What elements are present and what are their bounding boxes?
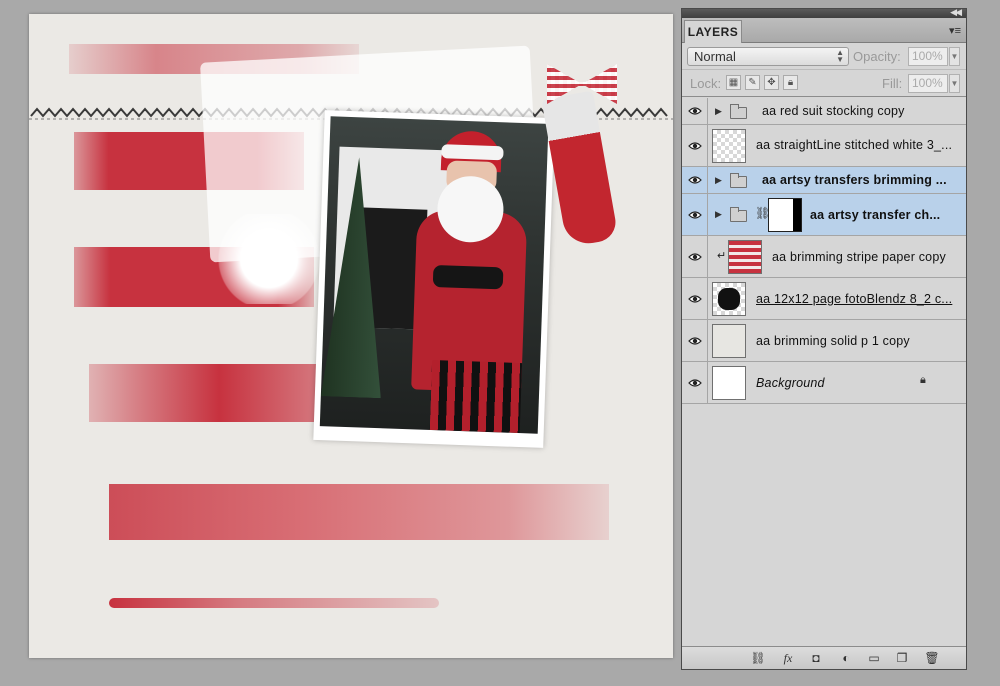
layer-thumbnail: [728, 240, 762, 274]
bottom-red-scribble: [109, 598, 439, 608]
layer-thumbnail: [712, 282, 746, 316]
eye-icon: [688, 294, 702, 303]
lock-transparent-icon[interactable]: ▦: [726, 75, 741, 90]
fill-label: Fill:: [882, 76, 903, 91]
layer-row[interactable]: ↵ aa brimming stripe paper copy: [682, 236, 966, 278]
new-layer-icon[interactable]: ❐: [894, 651, 910, 665]
lace-doily: [214, 214, 324, 304]
trash-icon[interactable]: 🗑︎: [924, 651, 940, 665]
eye-icon: [688, 336, 702, 345]
blend-mode-value: Normal: [694, 49, 736, 64]
layer-name: aa red suit stocking copy: [762, 104, 905, 118]
fill-dropdown-icon[interactable]: ▼: [949, 74, 960, 93]
opacity-dropdown-icon[interactable]: ▼: [949, 47, 960, 66]
clipping-arrow-icon: ↵: [717, 250, 727, 262]
lock-all-icon[interactable]: 🔒︎: [783, 75, 798, 90]
collapse-panel-icon[interactable]: ◀◀: [950, 7, 962, 18]
panel-tab-bar: LAYERS ▾≡: [682, 18, 966, 43]
panel-title-bar[interactable]: ◀◀: [682, 7, 966, 18]
opacity-label: Opacity:: [853, 49, 901, 64]
layers-list: ▶ aa red suit stocking copy aa straightL…: [682, 98, 966, 646]
eye-icon: [688, 107, 702, 115]
red-stripe-3: [89, 364, 349, 422]
blend-mode-select[interactable]: Normal ▲ ▼: [687, 47, 849, 66]
layer-name: aa brimming solid p 1 copy: [756, 334, 910, 348]
folder-icon: [730, 104, 747, 119]
layer-name: aa 12x12 page fotoBlendz 8_2 c...: [756, 292, 953, 306]
eye-icon: [688, 141, 702, 150]
layer-row[interactable]: ▶ ⛓ aa artsy transfer ch...: [682, 194, 966, 236]
lock-row: Lock: ▦ ✎ ✥ 🔒︎ Fill: 100% ▼: [682, 70, 966, 97]
layer-row[interactable]: Background 🔒︎: [682, 362, 966, 404]
santa-photo[interactable]: [313, 110, 555, 448]
layer-thumbnail: [712, 129, 746, 163]
expand-triangle-icon[interactable]: ▶: [715, 209, 722, 220]
lock-position-icon[interactable]: ✥: [764, 75, 779, 90]
visibility-toggle[interactable]: [682, 98, 708, 124]
layer-name: aa artsy transfers brimming ...: [762, 173, 947, 187]
expand-triangle-icon[interactable]: ▶: [715, 106, 722, 117]
new-group-icon[interactable]: ▭: [866, 651, 882, 665]
eye-icon: [688, 210, 702, 219]
visibility-toggle[interactable]: [682, 320, 708, 361]
lock-label: Lock:: [690, 76, 722, 91]
visibility-toggle[interactable]: [682, 236, 708, 277]
fx-icon[interactable]: fx: [780, 651, 796, 666]
lock-icon: 🔒︎: [920, 374, 926, 386]
document-canvas[interactable]: [29, 14, 673, 658]
red-stripe-bottom: [109, 484, 609, 540]
fill-field[interactable]: 100%: [908, 74, 948, 93]
lock-image-icon[interactable]: ✎: [745, 75, 760, 90]
layer-thumbnail: [712, 324, 746, 358]
layer-row[interactable]: aa straightLine stitched white 3_...: [682, 125, 966, 167]
expand-triangle-icon[interactable]: ▶: [715, 175, 722, 186]
opacity-field[interactable]: 100%: [908, 47, 948, 66]
panel-menu-icon[interactable]: ▾≡: [949, 24, 961, 37]
layer-row[interactable]: aa brimming solid p 1 copy: [682, 320, 966, 362]
blend-row: Normal ▲ ▼ Opacity: 100% ▼: [682, 43, 966, 70]
visibility-toggle[interactable]: [682, 125, 708, 166]
link-layers-icon[interactable]: ⛓: [750, 651, 766, 665]
eye-icon: [688, 176, 702, 184]
layer-row[interactable]: aa 12x12 page fotoBlendz 8_2 c...: [682, 278, 966, 320]
eye-icon: [688, 252, 702, 261]
layer-row[interactable]: ▶ aa red suit stocking copy: [682, 98, 966, 125]
layer-mask-thumbnail: [768, 198, 802, 232]
folder-icon: [730, 173, 747, 188]
adjustment-layer-icon[interactable]: ◐: [838, 651, 854, 665]
panel-footer: ⛓ fx ◘ ◐ ▭ ❐ 🗑︎: [682, 646, 966, 669]
layer-thumbnail: [712, 366, 746, 400]
visibility-toggle[interactable]: [682, 167, 708, 193]
layer-name: aa brimming stripe paper copy: [772, 250, 946, 264]
layer-row[interactable]: ▶ aa artsy transfers brimming ...: [682, 167, 966, 194]
select-arrows-icon: ▲ ▼: [836, 48, 844, 64]
visibility-toggle[interactable]: [682, 194, 708, 235]
visibility-toggle[interactable]: [682, 362, 708, 403]
folder-icon: [730, 207, 747, 222]
layers-panel: ◀◀ LAYERS ▾≡ Normal ▲ ▼ Opacity: 100% ▼ L…: [681, 7, 967, 670]
visibility-toggle[interactable]: [682, 278, 708, 319]
layer-name: aa straightLine stitched white 3_...: [756, 138, 953, 152]
add-mask-icon[interactable]: ◘: [808, 651, 824, 665]
eye-icon: [688, 378, 702, 387]
tab-layers[interactable]: LAYERS: [684, 20, 742, 43]
layer-name: aa artsy transfer ch...: [810, 208, 941, 222]
layer-name: Background: [756, 376, 825, 390]
